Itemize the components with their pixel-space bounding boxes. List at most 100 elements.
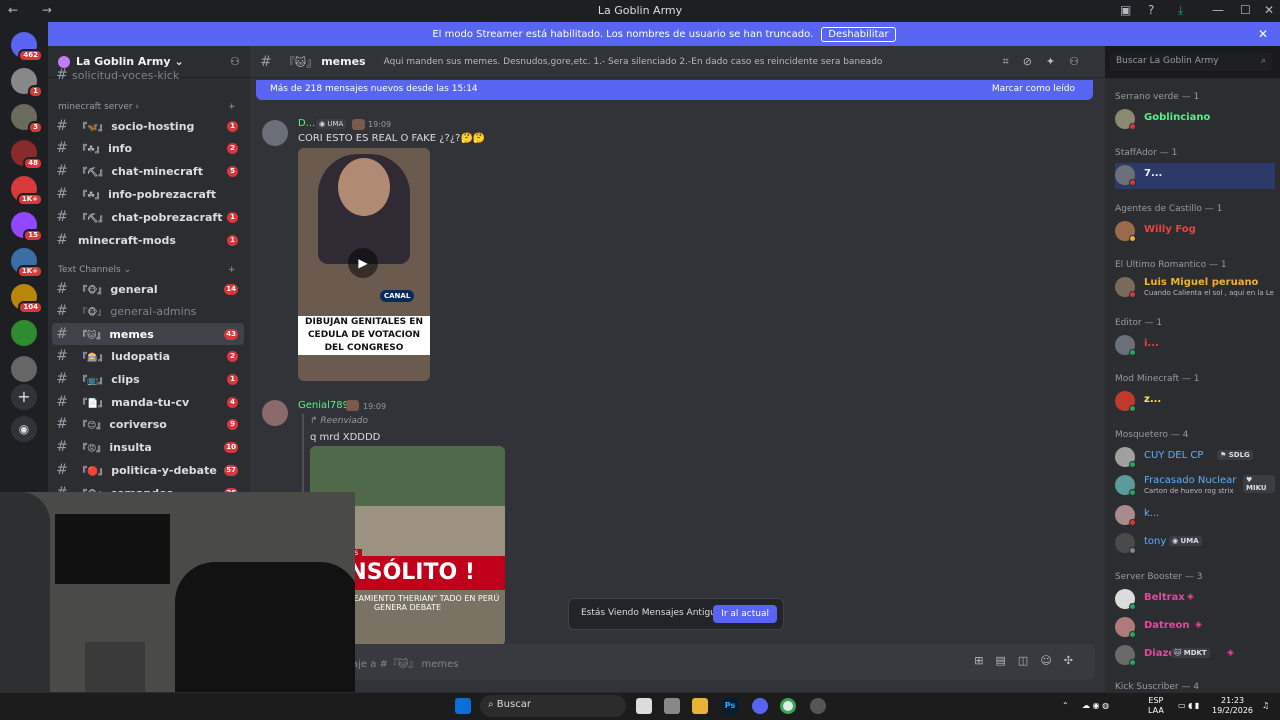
server-icon[interactable]: 3	[11, 104, 43, 134]
channel-info-pobrezacraft[interactable]: # 『☘』 info-pobrezacraft	[52, 183, 244, 205]
discord-icon[interactable]	[752, 698, 768, 714]
channel-chat-pobrezacraft[interactable]: # 『⛏』 chat-pobrezacraft 1	[52, 206, 244, 228]
notification-bell-icon[interactable]: ♫	[1262, 701, 1269, 711]
server-icon[interactable]: 104	[11, 284, 43, 314]
inbox-icon[interactable]: ▣	[1120, 3, 1131, 17]
close-window-icon[interactable]: ✕	[1264, 3, 1274, 17]
channel-general-admins[interactable]: # 『🐵』 general-admins	[52, 300, 244, 322]
mention-count: 1	[227, 120, 238, 132]
channel-general[interactable]: # 『🐵』 general 14	[52, 278, 244, 300]
member-item[interactable]: CUY DEL CP ⚑ SDLG	[1115, 445, 1275, 471]
server-icon[interactable]: 48	[11, 140, 43, 170]
username[interactable]: D...	[298, 118, 315, 129]
composer-icons[interactable]: ⊞▤◫☺✣	[974, 654, 1085, 667]
member-item[interactable]: Fracasado Nuclear ♥ MIKU Carton de huevo r…	[1115, 473, 1275, 499]
apps-icon[interactable]: ✣	[1064, 654, 1085, 667]
person-add-icon[interactable]: ⚇	[230, 55, 240, 68]
channel-info[interactable]: # 『☘』 info 2	[52, 137, 244, 159]
member-list-icon[interactable]: ⚇	[1069, 55, 1093, 68]
member-item[interactable]: Beltrax ◈	[1115, 587, 1275, 613]
gift-icon[interactable]: ⊞	[974, 654, 995, 667]
emoji-icon[interactable]: ☺	[1040, 654, 1063, 667]
play-icon[interactable]: ▶	[348, 248, 378, 278]
username[interactable]: Genial789	[298, 400, 349, 411]
server-icon[interactable]	[11, 356, 37, 382]
maximize-icon[interactable]: ☐	[1240, 3, 1251, 17]
server-icon[interactable]: 1K+	[11, 248, 43, 278]
status-dot	[1129, 461, 1136, 468]
jump-to-present-button[interactable]: Ir al actual	[713, 605, 777, 623]
avatar[interactable]	[262, 120, 288, 146]
add-channel-icon[interactable]: +	[228, 102, 236, 112]
category-minecraft[interactable]: minecraft server › +	[58, 102, 236, 112]
notification-icon[interactable]: ⊘	[1023, 55, 1046, 68]
tag-label: MIKU	[1246, 484, 1267, 492]
member-item[interactable]: k...	[1115, 503, 1275, 529]
system-icons[interactable]: ▭ ◖ ▮	[1178, 701, 1199, 711]
tray-chevron-icon[interactable]: ⌃	[1062, 701, 1069, 711]
channel-topic[interactable]: Aqui manden sus memes. Desnudos,gore,etc…	[384, 57, 883, 67]
member-item[interactable]: Datreon ◈	[1115, 615, 1275, 641]
download-icon[interactable]: ⤓	[1178, 3, 1183, 18]
channel-clips[interactable]: # 『📺』 clips 1	[52, 368, 244, 390]
message-input[interactable]: aje a #『🐱』 memes ⊞▤◫☺✣	[340, 644, 1095, 680]
server-icon[interactable]: 15	[11, 212, 43, 242]
channel-politica-y-debate[interactable]: # 『🔴』 politica-y-debate 57	[52, 459, 244, 481]
mark-as-read-button[interactable]: Marcar como leído	[992, 84, 1075, 94]
tray-icons[interactable]: ☁ ◉ ◍	[1082, 701, 1109, 711]
add-server-icon[interactable]: +	[11, 384, 37, 410]
discover-icon[interactable]: ◉	[11, 416, 37, 442]
avatar[interactable]	[262, 400, 288, 426]
category-text-channels[interactable]: Text Channels ⌄ +	[58, 265, 236, 275]
channel-ludopatia[interactable]: # 『🎰』 ludopatia 2	[52, 345, 244, 367]
close-banner-icon[interactable]: ✕	[1258, 27, 1268, 41]
clock[interactable]: 21:23 19/2/2026	[1212, 696, 1253, 716]
search-input[interactable]: Buscar La Goblin Army ⌕	[1110, 53, 1272, 71]
channel-emoji: 『☘』	[78, 144, 105, 155]
pin-icon[interactable]: ✦	[1046, 55, 1069, 68]
channel-manda-tu-cv[interactable]: # 『📄』 manda-tu-cv 4	[52, 391, 244, 413]
server-icon[interactable]	[11, 320, 37, 346]
threads-icon[interactable]: ⌗	[1002, 55, 1022, 68]
app-icon[interactable]	[664, 698, 680, 714]
server-icon	[58, 55, 70, 68]
server-icon[interactable]: 1K+	[11, 176, 43, 206]
badge-icon	[346, 400, 359, 411]
file-explorer-icon[interactable]	[692, 698, 708, 714]
disable-streamer-button[interactable]: Deshabilitar	[821, 26, 896, 42]
member-item[interactable]: Luis Miguel peruano Cuando Calienta el so…	[1115, 275, 1275, 301]
channel-item[interactable]: # solicitud-voces-kick	[52, 67, 244, 83]
app-icon[interactable]	[810, 698, 826, 714]
direct-messages-icon[interactable]: 462	[11, 32, 43, 62]
new-messages-bar[interactable]: Más de 218 mensajes nuevos desde las 15:…	[256, 80, 1093, 100]
message-text: q mrd XDDDD	[310, 432, 381, 443]
member-item[interactable]: z...	[1115, 389, 1275, 415]
member-item[interactable]: Willy Fog	[1115, 219, 1275, 245]
photoshop-icon[interactable]: Ps	[722, 698, 738, 714]
role-header: El Ultimo Romantico — 1	[1115, 260, 1227, 270]
channel-socio-hosting[interactable]: # 『🦋』 socio-hosting 1	[52, 115, 244, 137]
sticker-icon[interactable]: ◫	[1018, 654, 1040, 667]
member-item[interactable]: Goblinciano	[1115, 107, 1275, 133]
header-icons[interactable]: ⌗⊘✦⚇	[1002, 55, 1093, 69]
server-icon[interactable]: 1	[11, 68, 43, 98]
chrome-icon[interactable]	[780, 698, 796, 714]
channel-coriverso[interactable]: # 『😊』 coriverso 9	[52, 413, 244, 435]
help-icon[interactable]: ?	[1148, 3, 1154, 17]
gif-icon[interactable]: ▤	[996, 654, 1018, 667]
channel-chat-minecraft[interactable]: # 『⛏』 chat-minecraft 5	[52, 160, 244, 182]
member-item[interactable]: i...	[1115, 333, 1275, 359]
taskbar-search[interactable]: ⌕ Buscar	[480, 695, 626, 717]
member-item[interactable]: tony ◉ UMA	[1115, 531, 1275, 557]
channel-minecraft-mods[interactable]: # minecraft-mods 1	[52, 229, 244, 251]
video-attachment[interactable]: ▶ CANAL DIBUJAN GENITALES EN CEDULA DE V…	[298, 148, 430, 381]
language-indicator[interactable]: ESP LAA	[1148, 696, 1164, 716]
channel-insulta[interactable]: # 『😡』 insulta 10	[52, 436, 244, 458]
channel-memes[interactable]: # 『🐱』 memes 43	[52, 323, 244, 345]
windows-start-icon[interactable]	[455, 698, 471, 714]
task-view-icon[interactable]	[636, 698, 652, 714]
add-channel-icon[interactable]: +	[228, 265, 236, 275]
minimize-icon[interactable]: —	[1212, 3, 1224, 17]
member-item[interactable]: Diaze 🐱 MDKT ◈	[1115, 643, 1275, 669]
member-item[interactable]: 7...	[1115, 163, 1275, 189]
